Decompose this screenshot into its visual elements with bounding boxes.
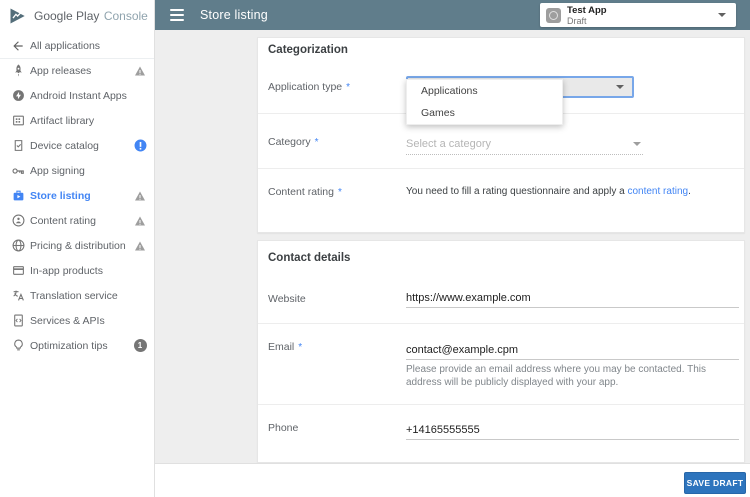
sidebar-item-optimization-tips[interactable]: Optimization tips 1	[0, 333, 154, 358]
chevron-down-icon	[616, 85, 624, 89]
contact-details-card: Contact details Website Email* Please pr…	[257, 240, 745, 463]
rating-face-icon	[10, 213, 26, 229]
email-label: Email *	[268, 341, 303, 353]
email-helper-text: Please provide an email address where yo…	[406, 364, 706, 388]
sidebar-item-app-signing[interactable]: App signing	[0, 158, 154, 183]
sidebar-item-services-apis[interactable]: Services & APIs	[0, 308, 154, 333]
divider	[258, 168, 744, 169]
code-device-icon	[10, 313, 26, 329]
device-check-icon	[10, 138, 26, 154]
footer-bar: SAVE DRAFT	[155, 463, 750, 497]
save-draft-button[interactable]: SAVE DRAFT	[684, 472, 746, 494]
alert-blue-icon	[133, 139, 147, 153]
sidebar-item-in-app-products[interactable]: In-app products	[0, 258, 154, 283]
payment-card-icon	[10, 263, 26, 279]
app-selector-dropdown[interactable]: Test App Draft	[540, 3, 736, 27]
category-placeholder: Select a category	[406, 138, 491, 150]
section-title: Contact details	[268, 252, 351, 264]
application-type-menu: Applications Games	[406, 79, 563, 125]
content-rating-link[interactable]: content rating	[627, 186, 688, 197]
sidebar-item-store-listing[interactable]: Store listing	[0, 183, 154, 208]
sidebar-item-artifact-library[interactable]: Artifact library	[0, 108, 154, 133]
sidebar-item-content-rating[interactable]: Content rating	[0, 208, 154, 233]
warning-icon	[133, 214, 147, 228]
application-type-label: Application type *	[268, 81, 351, 93]
main-content: Categorization Application type * Applica…	[155, 30, 750, 463]
content-rating-message: You need to fill a rating questionnaire …	[406, 186, 691, 197]
content-rating-label: Content rating *	[268, 186, 342, 198]
brand-console: Console	[103, 9, 148, 23]
instant-bolt-icon	[10, 88, 26, 104]
google-play-console-logo: Google Play Console	[8, 5, 148, 27]
chevron-down-icon	[718, 13, 726, 17]
page-title: Store listing	[200, 8, 268, 22]
section-title: Categorization	[268, 44, 348, 56]
app-name: Test App	[567, 4, 607, 16]
warning-icon	[133, 239, 147, 253]
app-status: Draft	[567, 15, 587, 26]
translate-icon	[10, 288, 26, 304]
phone-label: Phone	[268, 422, 299, 434]
sidebar-item-android-instant-apps[interactable]: Android Instant Apps	[0, 83, 154, 108]
library-grid-icon	[10, 113, 26, 129]
warning-icon	[133, 189, 147, 203]
top-app-bar: Store listing Test App Draft	[155, 0, 750, 30]
sidebar-item-pricing-distribution[interactable]: Pricing & distribution	[0, 233, 154, 258]
menu-icon[interactable]	[170, 9, 184, 21]
sidebar-item-translation-service[interactable]: Translation service	[0, 283, 154, 308]
lightbulb-icon	[10, 338, 26, 354]
divider	[258, 404, 744, 405]
brand-google-play: Google Play	[34, 9, 100, 23]
play-console-icon	[10, 8, 25, 24]
app-placeholder-icon	[546, 7, 561, 23]
sidebar-item-app-releases[interactable]: App releases	[0, 58, 154, 83]
website-input[interactable]	[406, 289, 739, 308]
key-icon	[10, 163, 26, 179]
categorization-card: Categorization Application type * Applica…	[257, 37, 745, 233]
count-badge: 1	[133, 339, 147, 353]
warning-icon	[133, 64, 147, 78]
globe-icon	[10, 238, 26, 254]
sidebar: Google Play Console All applications App…	[0, 0, 155, 497]
chevron-down-icon	[633, 142, 641, 146]
email-input[interactable]	[406, 341, 739, 360]
rocket-icon	[10, 63, 26, 79]
arrow-back-icon	[10, 38, 26, 54]
website-label: Website	[268, 293, 306, 305]
menu-option-games[interactable]: Games	[407, 102, 562, 124]
sidebar-item-all-applications[interactable]: All applications	[0, 33, 154, 58]
menu-option-applications[interactable]: Applications	[407, 80, 562, 102]
phone-input[interactable]	[406, 421, 739, 440]
category-label: Category *	[268, 136, 319, 148]
category-select[interactable]: Select a category	[406, 134, 643, 155]
storefront-icon	[10, 188, 26, 204]
divider	[258, 323, 744, 324]
sidebar-item-device-catalog[interactable]: Device catalog	[0, 133, 154, 158]
